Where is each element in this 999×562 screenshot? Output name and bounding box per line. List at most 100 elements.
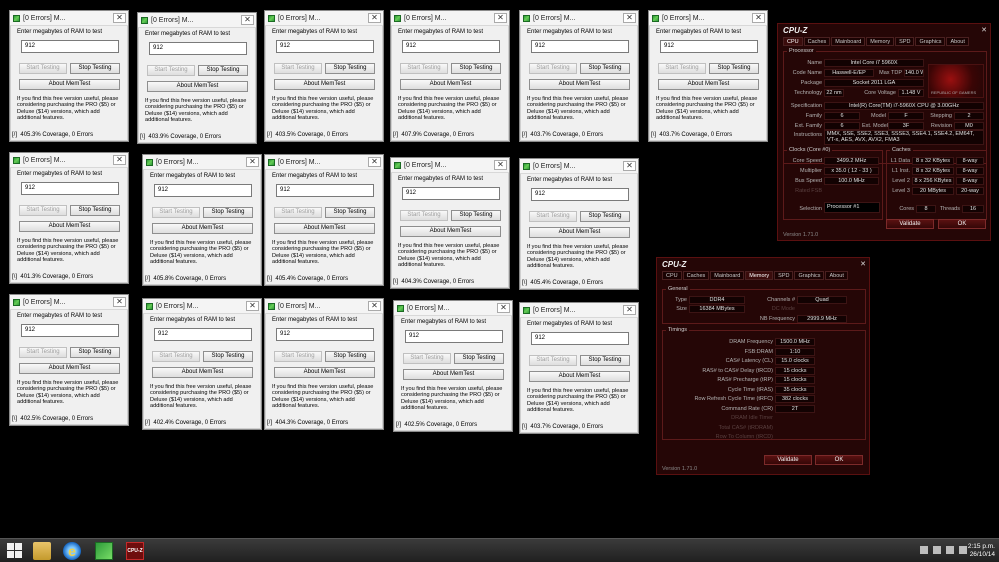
tab-spd[interactable]: SPD <box>774 271 794 280</box>
start-testing-button[interactable]: Start Testing <box>152 207 200 218</box>
memtest-titlebar[interactable]: [0 Errors] M... ✕ <box>10 153 128 168</box>
ram-amount-input[interactable]: 912 <box>21 324 119 337</box>
validate-button[interactable]: Validate <box>764 455 812 465</box>
internet-explorer-icon[interactable]: e <box>63 542 81 560</box>
close-icon[interactable]: ✕ <box>497 303 510 313</box>
memtest-window[interactable]: [0 Errors] M... ✕ Enter megabytes of RAM… <box>648 10 768 142</box>
memtest-titlebar[interactable]: [0 Errors] M... ✕ <box>520 11 638 26</box>
tray-expand-icon[interactable] <box>920 546 928 554</box>
tab-graphics[interactable]: Graphics <box>915 37 946 46</box>
about-memtest-button[interactable]: About MemTest <box>152 223 253 234</box>
file-explorer-icon[interactable] <box>33 542 51 560</box>
tab-about[interactable]: About <box>946 37 969 46</box>
close-icon[interactable]: ✕ <box>368 301 381 311</box>
tab-mainboard[interactable]: Mainboard <box>710 271 745 280</box>
memtest-titlebar[interactable]: [0 Errors] M... ✕ <box>520 159 638 174</box>
about-memtest-button[interactable]: About MemTest <box>274 367 375 378</box>
memtest-window[interactable]: [0 Errors] M... ✕ Enter megabytes of RAM… <box>390 10 510 142</box>
start-testing-button[interactable]: Start Testing <box>658 63 706 74</box>
volume-icon[interactable] <box>959 546 967 554</box>
ram-amount-input[interactable]: 912 <box>154 328 252 341</box>
start-testing-button[interactable]: Start Testing <box>529 211 577 222</box>
ok-button[interactable]: OK <box>938 219 986 229</box>
memtest-titlebar[interactable]: [0 Errors] M... ✕ <box>143 155 261 170</box>
windows-start-icon[interactable] <box>6 542 24 560</box>
ram-amount-input[interactable]: 912 <box>531 188 629 201</box>
stop-testing-button[interactable]: Stop Testing <box>70 63 120 74</box>
close-icon[interactable]: ✕ <box>752 13 765 23</box>
ram-amount-input[interactable]: 912 <box>276 40 374 53</box>
tab-cpu[interactable]: CPU <box>662 271 682 280</box>
about-memtest-button[interactable]: About MemTest <box>529 227 630 238</box>
memtest-window[interactable]: [0 Errors] M... ✕ Enter megabytes of RAM… <box>519 10 639 142</box>
memtest-window[interactable]: [0 Errors] M... ✕ Enter megabytes of RAM… <box>142 298 262 430</box>
memtest-window[interactable]: [0 Errors] M... ✕ Enter megabytes of RAM… <box>519 158 639 290</box>
processor-select[interactable]: Processor #1 <box>824 202 880 213</box>
stop-testing-button[interactable]: Stop Testing <box>203 351 253 362</box>
memtest-window[interactable]: [0 Errors] M... ✕ Enter megabytes of RAM… <box>137 12 257 144</box>
memtest-taskbar-icon[interactable] <box>95 542 113 560</box>
stop-testing-button[interactable]: Stop Testing <box>454 353 504 364</box>
ram-amount-input[interactable]: 912 <box>149 42 247 55</box>
ram-amount-input[interactable]: 912 <box>21 182 119 195</box>
close-icon[interactable]: ✕ <box>860 260 866 268</box>
taskbar-clock[interactable]: 2:15 p.m. 26/10/14 <box>968 543 995 559</box>
tab-graphics[interactable]: Graphics <box>794 271 825 280</box>
close-icon[interactable]: ✕ <box>623 305 636 315</box>
ram-amount-input[interactable]: 912 <box>531 40 629 53</box>
stop-testing-button[interactable]: Stop Testing <box>451 63 501 74</box>
start-testing-button[interactable]: Start Testing <box>19 63 67 74</box>
memtest-titlebar[interactable]: [0 Errors] M... ✕ <box>391 11 509 26</box>
stop-testing-button[interactable]: Stop Testing <box>709 63 759 74</box>
start-testing-button[interactable]: Start Testing <box>274 207 322 218</box>
about-memtest-button[interactable]: About MemTest <box>274 79 375 90</box>
tab-memory[interactable]: Memory <box>745 271 774 280</box>
close-icon[interactable]: ✕ <box>623 161 636 171</box>
memtest-window[interactable]: [0 Errors] M... ✕ Enter megabytes of RAM… <box>9 10 129 142</box>
stop-testing-button[interactable]: Stop Testing <box>580 63 630 74</box>
close-icon[interactable]: ✕ <box>981 26 987 34</box>
about-memtest-button[interactable]: About MemTest <box>152 367 253 378</box>
cpuz-cpu-window[interactable]: CPU-Z ✕ CPU Caches Mainboard Memory SPD … <box>777 23 991 241</box>
stop-testing-button[interactable]: Stop Testing <box>325 351 375 362</box>
about-memtest-button[interactable]: About MemTest <box>400 79 501 90</box>
tab-spd[interactable]: SPD <box>895 37 915 46</box>
validate-button[interactable]: Validate <box>886 219 934 229</box>
memtest-titlebar[interactable]: [0 Errors] M... ✕ <box>265 11 383 26</box>
stop-testing-button[interactable]: Stop Testing <box>203 207 253 218</box>
stop-testing-button[interactable]: Stop Testing <box>198 65 248 76</box>
tab-mainboard[interactable]: Mainboard <box>831 37 866 46</box>
about-memtest-button[interactable]: About MemTest <box>400 226 501 237</box>
ram-amount-input[interactable]: 912 <box>154 184 252 197</box>
about-memtest-button[interactable]: About MemTest <box>19 221 120 232</box>
start-testing-button[interactable]: Start Testing <box>400 210 448 221</box>
memtest-titlebar[interactable]: [0 Errors] M... ✕ <box>143 299 261 314</box>
start-testing-button[interactable]: Start Testing <box>152 351 200 362</box>
close-icon[interactable]: ✕ <box>113 155 126 165</box>
about-memtest-button[interactable]: About MemTest <box>658 79 759 90</box>
memtest-window[interactable]: [0 Errors] M... ✕ Enter megabytes of RAM… <box>264 298 384 430</box>
memtest-titlebar[interactable]: [0 Errors] M... ✕ <box>649 11 767 26</box>
stop-testing-button[interactable]: Stop Testing <box>580 211 630 222</box>
tab-memory[interactable]: Memory <box>866 37 895 46</box>
start-testing-button[interactable]: Start Testing <box>19 347 67 358</box>
start-testing-button[interactable]: Start Testing <box>529 63 577 74</box>
memtest-window[interactable]: [0 Errors] M... ✕ Enter megabytes of RAM… <box>393 300 513 432</box>
about-memtest-button[interactable]: About MemTest <box>274 223 375 234</box>
about-memtest-button[interactable]: About MemTest <box>403 369 504 380</box>
ram-amount-input[interactable]: 912 <box>660 40 758 53</box>
close-icon[interactable]: ✕ <box>246 301 259 311</box>
memtest-window[interactable]: [0 Errors] M... ✕ Enter megabytes of RAM… <box>9 152 129 284</box>
about-memtest-button[interactable]: About MemTest <box>529 371 630 382</box>
ram-amount-input[interactable]: 912 <box>21 40 119 53</box>
start-testing-button[interactable]: Start Testing <box>19 205 67 216</box>
ram-amount-input[interactable]: 912 <box>531 332 629 345</box>
close-icon[interactable]: ✕ <box>246 157 259 167</box>
cpuz-taskbar-icon[interactable]: CPU-Z <box>126 542 144 560</box>
about-memtest-button[interactable]: About MemTest <box>147 81 248 92</box>
start-testing-button[interactable]: Start Testing <box>529 355 577 366</box>
memtest-titlebar[interactable]: [0 Errors] M... ✕ <box>520 303 638 318</box>
start-testing-button[interactable]: Start Testing <box>403 353 451 364</box>
memtest-window[interactable]: [0 Errors] M... ✕ Enter megabytes of RAM… <box>390 157 510 289</box>
about-memtest-button[interactable]: About MemTest <box>529 79 630 90</box>
